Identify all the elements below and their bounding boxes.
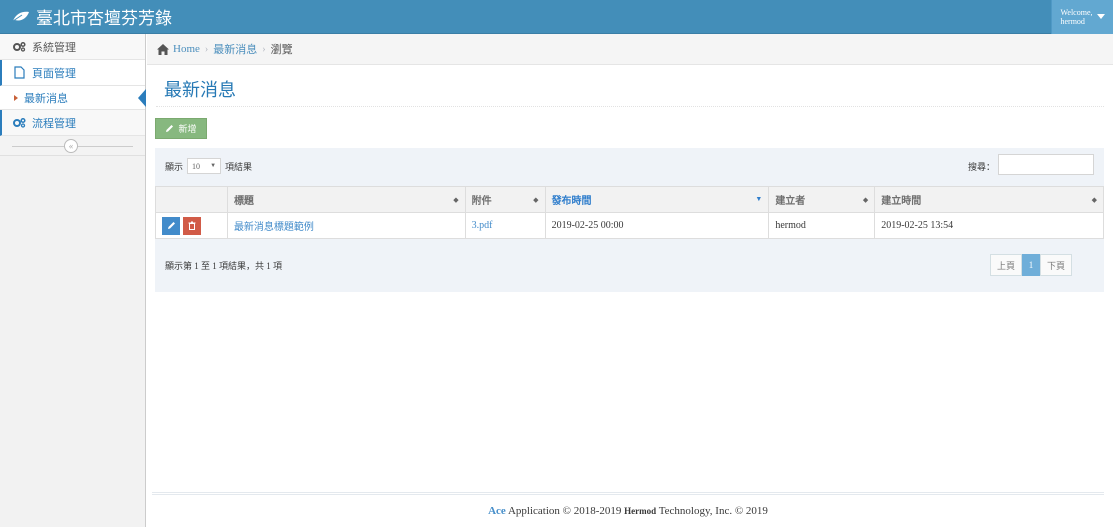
home-icon bbox=[157, 43, 169, 55]
user-menu[interactable]: Welcome, hermod bbox=[1051, 0, 1113, 34]
cell-attachment: 3.pdf bbox=[464, 212, 546, 239]
active-indicator bbox=[138, 89, 146, 107]
brand[interactable]: 臺北市杏壇芬芳錄 bbox=[0, 4, 172, 29]
welcome-text: Welcome, bbox=[1060, 7, 1093, 17]
edit-button[interactable] bbox=[162, 216, 180, 235]
cell-created: 2019-02-25 13:54 bbox=[874, 212, 1104, 239]
breadcrumb-current: 瀏覽 bbox=[270, 44, 293, 56]
footer-ace: Ace bbox=[488, 505, 506, 517]
breadcrumb: Home › 最新消息 › 瀏覽 bbox=[147, 34, 1113, 65]
attachment-link[interactable]: 3.pdf bbox=[472, 220, 493, 231]
breadcrumb-home-link[interactable]: Home bbox=[173, 43, 200, 55]
pagination-next-button[interactable]: 下頁 bbox=[1040, 254, 1072, 276]
table-info: 顯示第 1 至 1 項結果，共 1 項 bbox=[165, 261, 283, 271]
gears-icon bbox=[12, 116, 26, 130]
chevron-right-icon: › bbox=[262, 43, 266, 55]
pagination-page-1[interactable]: 1 bbox=[1022, 254, 1040, 276]
table-row: 最新消息標題範例 3.pdf 2019-02-25 00:00 hermod 2… bbox=[155, 212, 1104, 239]
page-length-value: 10 bbox=[192, 161, 201, 171]
pencil-icon bbox=[166, 125, 174, 132]
column-header-label: 建立者 bbox=[775, 196, 806, 207]
table-header-row: 標題 ◆ 附件 ◆ 發布時間 ▼ 建立者 ◆ 建立時間 ◆ bbox=[155, 186, 1104, 213]
double-chevron-left-icon[interactable]: « bbox=[64, 139, 78, 153]
column-header-actions bbox=[155, 186, 228, 213]
search-input[interactable] bbox=[998, 154, 1094, 175]
file-icon bbox=[12, 66, 26, 80]
footer-text1: Application © 2018-2019 bbox=[507, 505, 622, 517]
pencil-icon bbox=[167, 222, 175, 229]
footer: Ace Application © 2018-2019 Hermod Techn… bbox=[152, 505, 1104, 517]
navbar: 臺北市杏壇芬芳錄 Welcome, hermod bbox=[0, 0, 1113, 34]
column-header-attachment[interactable]: 附件 ◆ bbox=[464, 186, 546, 213]
cell-creator: hermod bbox=[768, 212, 876, 239]
footer-company: Hermod bbox=[624, 506, 657, 516]
column-header-label: 標題 bbox=[233, 196, 254, 207]
cell-published: 2019-02-25 00:00 bbox=[544, 212, 770, 239]
page-length-select[interactable]: 10 ▼ bbox=[187, 158, 222, 174]
trash-icon bbox=[188, 221, 196, 230]
column-header-published[interactable]: 發布時間 ▼ bbox=[544, 186, 770, 213]
sidebar: 系統管理 頁面管理 最新消息 流程管理 « bbox=[0, 34, 146, 527]
breadcrumb-section-link[interactable]: 最新消息 bbox=[213, 41, 257, 57]
length-suffix: 項結果 bbox=[225, 161, 253, 172]
sort-icon: ◆ bbox=[453, 196, 459, 204]
pagination: 上頁 1 下頁 bbox=[990, 254, 1072, 276]
sidebar-item-pages[interactable]: 頁面管理 bbox=[0, 60, 145, 86]
pagination-prev-button[interactable]: 上頁 bbox=[990, 254, 1022, 276]
sidebar-item-label: 流程管理 bbox=[32, 117, 76, 130]
gears-icon bbox=[12, 40, 26, 54]
footer-text2: Technology, Inc. © 2019 bbox=[658, 505, 768, 517]
delete-button[interactable] bbox=[183, 216, 201, 235]
data-table-wrapper: 顯示 10 ▼ 項結果 搜尋： 標題 ◆ 附件 ◆ 發布時間 ▼ 建立者 ◆ 建立時間 ◆ bbox=[155, 148, 1104, 292]
column-header-label: 發布時間 bbox=[551, 196, 592, 207]
sidebar-item-label: 頁面管理 bbox=[32, 67, 76, 80]
sort-icon: ◆ bbox=[1091, 196, 1097, 204]
caret-right-icon bbox=[14, 95, 18, 101]
length-prefix: 顯示 bbox=[165, 161, 184, 172]
row-actions bbox=[155, 212, 228, 239]
column-header-created[interactable]: 建立時間 ◆ bbox=[874, 186, 1104, 213]
divider bbox=[156, 106, 1104, 107]
user-greeting: Welcome, hermod bbox=[1060, 8, 1092, 26]
caret-down-icon: ▼ bbox=[210, 163, 217, 169]
leaf-icon bbox=[12, 11, 29, 22]
sort-icon: ◆ bbox=[533, 196, 539, 204]
sidebar-item-label: 系統管理 bbox=[32, 41, 76, 54]
page-length-control: 顯示 10 ▼ 項結果 bbox=[165, 158, 252, 174]
add-button-label: 新增 bbox=[178, 124, 197, 134]
column-header-label: 附件 bbox=[471, 196, 492, 207]
search-label: 搜尋： bbox=[968, 162, 996, 172]
username: hermod bbox=[1060, 16, 1085, 26]
sort-icon: ◆ bbox=[862, 196, 869, 204]
sidebar-item-system[interactable]: 系統管理 bbox=[0, 34, 145, 60]
caret-down-icon bbox=[1096, 14, 1105, 19]
cell-title: 最新消息標題範例 bbox=[226, 212, 466, 239]
add-button[interactable]: 新增 bbox=[155, 118, 207, 139]
sidebar-collapse-toggle[interactable]: « bbox=[0, 136, 145, 156]
sidebar-subitem-news[interactable]: 最新消息 bbox=[0, 86, 146, 110]
sidebar-item-workflow[interactable]: 流程管理 bbox=[0, 110, 145, 136]
column-header-title[interactable]: 標題 ◆ bbox=[226, 186, 466, 213]
sidebar-item-label: 最新消息 bbox=[24, 92, 68, 105]
sort-desc-icon: ▼ bbox=[755, 195, 763, 203]
chevron-right-icon: › bbox=[204, 43, 209, 55]
page-title: 最新消息 bbox=[164, 80, 236, 100]
news-table: 標題 ◆ 附件 ◆ 發布時間 ▼ 建立者 ◆ 建立時間 ◆ 最新消息標題範例 3.pdf … bbox=[155, 186, 1104, 239]
app-title: 臺北市杏壇芬芳錄 bbox=[36, 9, 172, 28]
column-header-label: 建立時間 bbox=[881, 196, 922, 207]
news-title-link[interactable]: 最新消息標題範例 bbox=[234, 222, 314, 233]
column-header-creator[interactable]: 建立者 ◆ bbox=[768, 186, 876, 213]
footer-divider bbox=[152, 492, 1104, 495]
